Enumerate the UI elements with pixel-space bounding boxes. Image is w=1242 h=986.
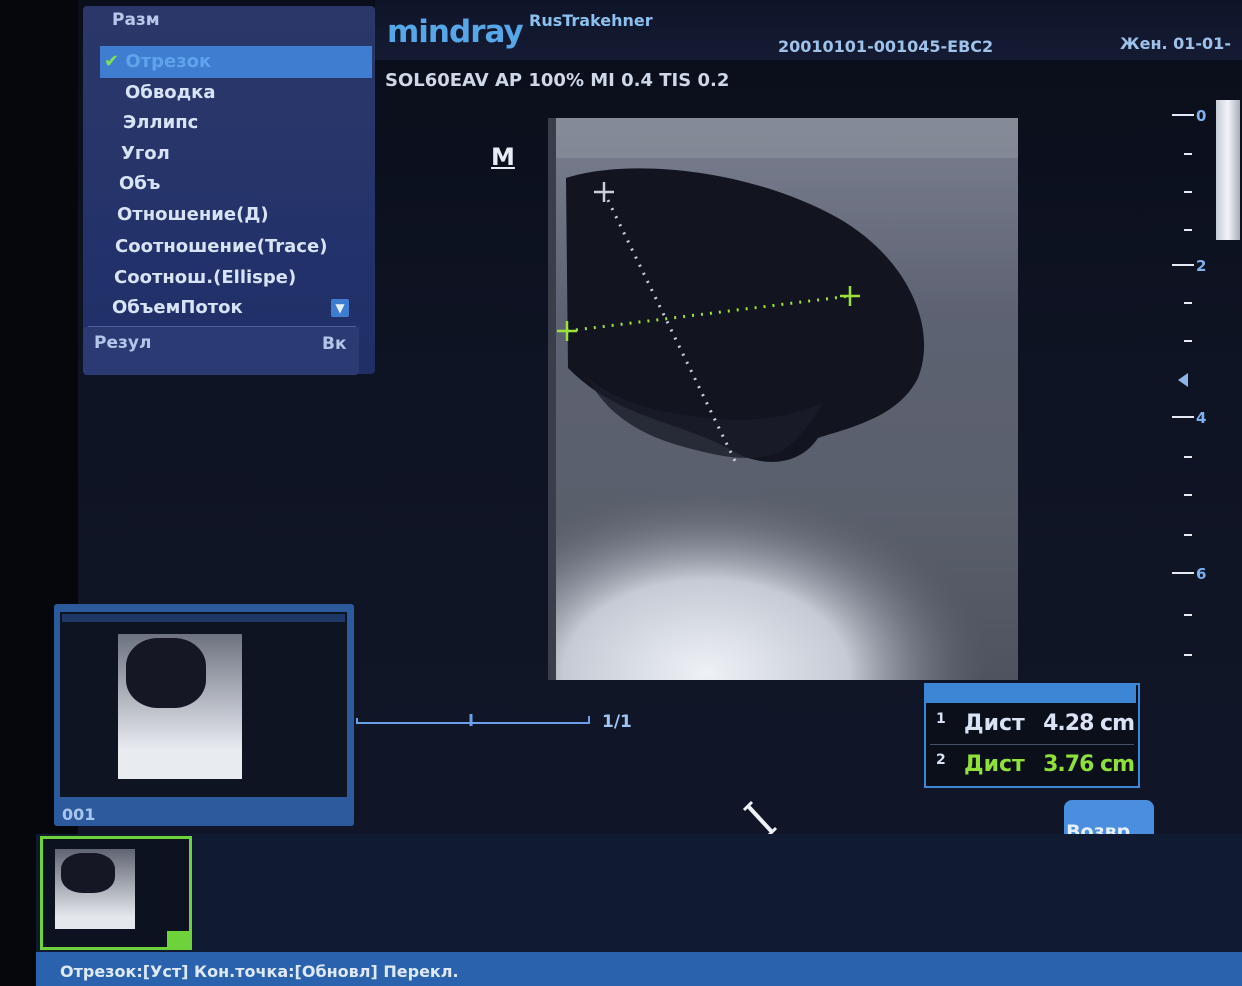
ultrasound-image[interactable]: [548, 118, 1018, 680]
result-value: 3.76 cm: [1043, 752, 1135, 777]
result-divider: [930, 744, 1134, 745]
cine-frame-counter: 1/1: [602, 712, 632, 732]
menu-item-ratio-d[interactable]: Отношение(Д): [117, 204, 269, 225]
depth-label-0: 0: [1196, 107, 1206, 125]
result-name: Дист: [964, 752, 1025, 777]
result-row-1: 1 Дист 4.28 cm: [926, 705, 1138, 743]
focus-marker[interactable]: [1178, 375, 1194, 391]
hospital-name: RusTrakehner: [529, 11, 653, 30]
result-name: Дист: [964, 711, 1025, 736]
patient-info: Жен. 01-01-: [1120, 34, 1231, 53]
menu-item-volume[interactable]: Объ: [119, 173, 160, 194]
menu-divider: [88, 326, 356, 327]
probe-parameters: SOL60EAV AP 100% MI 0.4 TIS 0.2: [385, 70, 730, 91]
clipboard-thumbnail-dark: [61, 853, 115, 893]
depth-label-2: 2: [1196, 257, 1206, 275]
thumbnail-header: [62, 614, 345, 622]
menu-item-segment[interactable]: ✔ Отрезок: [104, 51, 211, 72]
menu-title: Разм: [112, 10, 160, 30]
menu-item-volume-flow[interactable]: ОбъемПоток: [112, 297, 243, 318]
result-row-2: 2 Дист 3.76 cm: [926, 746, 1138, 784]
depth-label-4: 4: [1196, 409, 1206, 427]
result-index: 1: [936, 711, 946, 727]
menu-item-ratio-ellipse[interactable]: Соотнош.(Ellispe): [114, 267, 296, 288]
thumbnail-dark-region: [126, 638, 206, 708]
caliper-overlay: [557, 182, 860, 464]
thumbnail-number: 001: [62, 805, 96, 824]
thumbnail-preview: [60, 612, 347, 797]
menu-item-trace[interactable]: Обводка: [125, 82, 216, 103]
brand-logo: mindray: [387, 14, 524, 50]
caliper-end-2[interactable]: [844, 290, 856, 302]
menu-item-ratio-trace[interactable]: Соотношение(Trace): [115, 236, 327, 257]
selected-check-icon: [167, 931, 189, 947]
menu-item-ellipse[interactable]: Эллипс: [123, 112, 198, 133]
menu-enter-button[interactable]: Вк: [322, 334, 347, 354]
depth-label-6: 6: [1196, 565, 1206, 583]
orientation-marker: M: [491, 143, 515, 171]
caliper-start-2[interactable]: [560, 325, 572, 337]
results-menu-button[interactable]: Резул: [94, 333, 151, 353]
check-icon: ✔: [104, 51, 120, 72]
patient-id: 20010101-001045-EBC2: [778, 37, 994, 56]
depth-scale: 0 2 4 6: [1172, 107, 1206, 656]
status-hint: Отрезок:[Уст] Кон.точка:[Обновл] Перекл.: [60, 962, 459, 981]
clipboard-tray: [36, 834, 1242, 952]
chevron-down-icon[interactable]: ▼: [331, 299, 349, 317]
menu-item-angle[interactable]: Угол: [121, 143, 170, 164]
cine-slider[interactable]: [355, 714, 593, 726]
caliper-start-1[interactable]: [600, 188, 612, 200]
result-value: 4.28 cm: [1043, 711, 1135, 736]
clipboard-thumbnail[interactable]: [40, 836, 192, 950]
results-window-header: [924, 683, 1136, 703]
result-index: 2: [936, 752, 946, 768]
